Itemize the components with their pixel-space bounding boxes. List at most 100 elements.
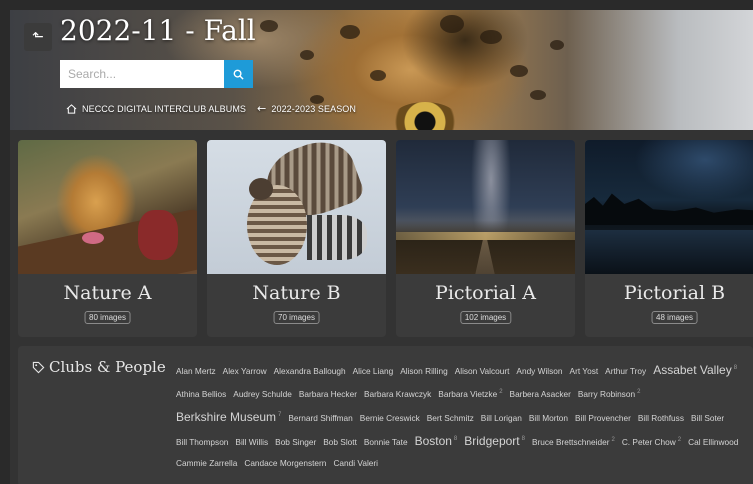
tag-label: Athina Bellios — [176, 388, 227, 399]
tag-link[interactable]: Bill Soter — [691, 408, 724, 429]
tag-link[interactable]: Candace Morgenstern — [244, 453, 326, 474]
search-button[interactable] — [224, 60, 253, 88]
album-card-nature-b[interactable]: Nature B 70 images — [207, 140, 386, 337]
tag-link[interactable]: Candi Valeri — [333, 453, 378, 474]
tag-link[interactable]: Assabet Valley 8 — [653, 358, 737, 381]
tag-link[interactable]: Boston 8 — [415, 429, 458, 452]
tag-count: 2 — [611, 437, 615, 443]
tag-count: 7 — [278, 411, 282, 418]
tag-count: 8 — [733, 365, 738, 371]
page-title: 2022-11 - Fall — [60, 14, 256, 47]
tag-link[interactable]: Art Yost — [570, 361, 599, 382]
tag-label: Alison Rilling — [400, 366, 448, 376]
tag-link[interactable]: C. Peter Chow 2 — [622, 430, 681, 453]
tag-label: Barbara Vietzke — [438, 388, 498, 399]
search-icon — [233, 69, 244, 80]
clubs-people-panel: Clubs & People Alan Mertz Alex Yarrow Alex… — [18, 346, 753, 484]
tag-label: Cal Ellinwood — [688, 436, 739, 447]
album-card-pictorial-a[interactable]: Pictorial A 102 images — [396, 140, 575, 337]
tag-link[interactable]: Berkshire Museum 7 — [176, 405, 281, 428]
tag-link[interactable]: Bill Thompson — [176, 432, 228, 453]
album-thumbnail — [207, 140, 386, 274]
tag-label: Alan Mertz — [176, 366, 216, 376]
tag-label: Alex Yarrow — [222, 366, 267, 376]
tag-label: Bridgeport — [464, 433, 520, 448]
tag-link[interactable]: Cammie Zarrella — [176, 453, 237, 474]
tag-label: Bert Schmitz — [426, 412, 474, 423]
tag-label: Bill Provencher — [575, 412, 631, 423]
tag-link[interactable]: Barbara Hecker — [299, 384, 357, 405]
tag-link[interactable]: Barbara Krawczyk — [364, 384, 431, 405]
tag-link[interactable]: Arthur Troy — [605, 361, 646, 382]
tag-link[interactable]: Bruce Brettschneider 2 — [532, 430, 615, 453]
search-input[interactable] — [60, 60, 224, 88]
tag-link[interactable]: Bill Willis — [235, 432, 268, 453]
tag-label: Candace Morgenstern — [244, 457, 327, 468]
tag-link[interactable]: Bert Schmitz — [427, 408, 474, 429]
album-name: Nature A — [63, 282, 152, 304]
tag-label: Bill Soter — [690, 412, 725, 423]
arrow-up-left-icon: ⬑ — [32, 29, 44, 45]
tag-link[interactable]: Alan Mertz — [176, 361, 216, 382]
tag-label: Bernard Shiffman — [288, 412, 353, 423]
tag-link[interactable]: Bernard Shiffman — [288, 408, 352, 429]
tag-label: Audrey Schulde — [233, 388, 292, 399]
breadcrumb-parent-link[interactable]: 2022-2023 SEASON — [271, 104, 356, 114]
tag-link[interactable]: Bridgeport 8 — [464, 429, 525, 452]
album-name: Pictorial B — [623, 282, 726, 304]
tag-label: Alexandra Ballough — [273, 366, 346, 376]
tag-link[interactable]: Bernie Creswick — [360, 408, 420, 429]
clubs-heading-label: Clubs & People — [49, 358, 166, 376]
tag-link[interactable]: Alex Yarrow — [223, 361, 267, 382]
tag-link[interactable]: Athina Bellios — [176, 384, 226, 405]
tag-link[interactable]: Alison Rilling — [400, 361, 448, 382]
tag-link[interactable]: Alice Liang — [353, 361, 394, 382]
home-icon — [66, 103, 77, 114]
album-name: Nature B — [252, 282, 341, 304]
tag-link[interactable]: Barry Robinson 2 — [578, 382, 641, 405]
tag-link[interactable]: Bill Lorigan — [481, 408, 522, 429]
hero-banner: ⬑ 2022-11 - Fall NECCC DIGITAL INTERCLUB… — [10, 10, 753, 130]
tag-label: Barbera Asacker — [509, 388, 571, 399]
tag-label: Candi Valeri — [333, 457, 379, 468]
back-button[interactable]: ⬑ — [24, 23, 52, 51]
tag-label: Alison Valcourt — [454, 366, 510, 376]
tag-label: Bonnie Tate — [363, 436, 408, 447]
tag-link[interactable]: Cal Ellinwood — [688, 432, 738, 453]
tag-label: Barbara Hecker — [298, 388, 357, 399]
album-page: ⬑ 2022-11 - Fall NECCC DIGITAL INTERCLUB… — [10, 10, 753, 484]
tag-link[interactable]: Bonnie Tate — [364, 432, 408, 453]
tag-label: Art Yost — [569, 366, 599, 376]
tag-link[interactable]: Bob Slott — [323, 432, 357, 453]
tag-icon — [32, 361, 45, 373]
tag-label: Boston — [414, 433, 452, 448]
leopard-eye — [390, 102, 460, 130]
album-name: Pictorial A — [435, 282, 536, 304]
tag-link[interactable]: Barbera Asacker — [510, 384, 571, 405]
clubs-heading: Clubs & People — [32, 358, 166, 376]
tag-link[interactable]: Bill Morton — [529, 408, 568, 429]
tag-link[interactable]: Barbara Vietzke 2 — [438, 382, 502, 405]
tag-label: Cammie Zarrella — [176, 457, 238, 468]
tag-link[interactable]: Alison Valcourt — [455, 361, 510, 382]
breadcrumb-home-link[interactable]: NECCC DIGITAL INTERCLUB ALBUMS — [82, 104, 246, 114]
image-count-badge: 48 images — [651, 311, 698, 324]
tag-label: Bob Slott — [323, 436, 357, 447]
tag-link[interactable]: Alexandra Ballough — [274, 361, 346, 382]
tag-link[interactable]: Andy Wilson — [516, 361, 562, 382]
tag-link[interactable]: Bob Singer — [275, 432, 316, 453]
tag-label: C. Peter Chow — [621, 436, 676, 447]
album-card-nature-a[interactable]: Nature A 80 images — [18, 140, 197, 337]
tag-cloud: Alan Mertz Alex Yarrow Alexandra Ballough A… — [176, 358, 751, 474]
album-thumbnail — [585, 140, 753, 274]
tag-link[interactable]: Audrey Schulde — [233, 384, 292, 405]
album-grid: Nature A 80 images Nature B 70 images Pi… — [18, 140, 753, 338]
album-thumbnail — [396, 140, 575, 274]
tag-link[interactable]: Bill Provencher — [575, 408, 631, 429]
tag-label: Bill Thompson — [176, 436, 229, 447]
album-card-pictorial-b[interactable]: Pictorial B 48 images — [585, 140, 753, 337]
tag-label: Berkshire Museum — [176, 409, 277, 424]
tag-label: Bruce Brettschneider — [531, 436, 610, 447]
tag-link[interactable]: Bill Rothfuss — [638, 408, 684, 429]
tag-label: Arthur Troy — [605, 366, 647, 376]
